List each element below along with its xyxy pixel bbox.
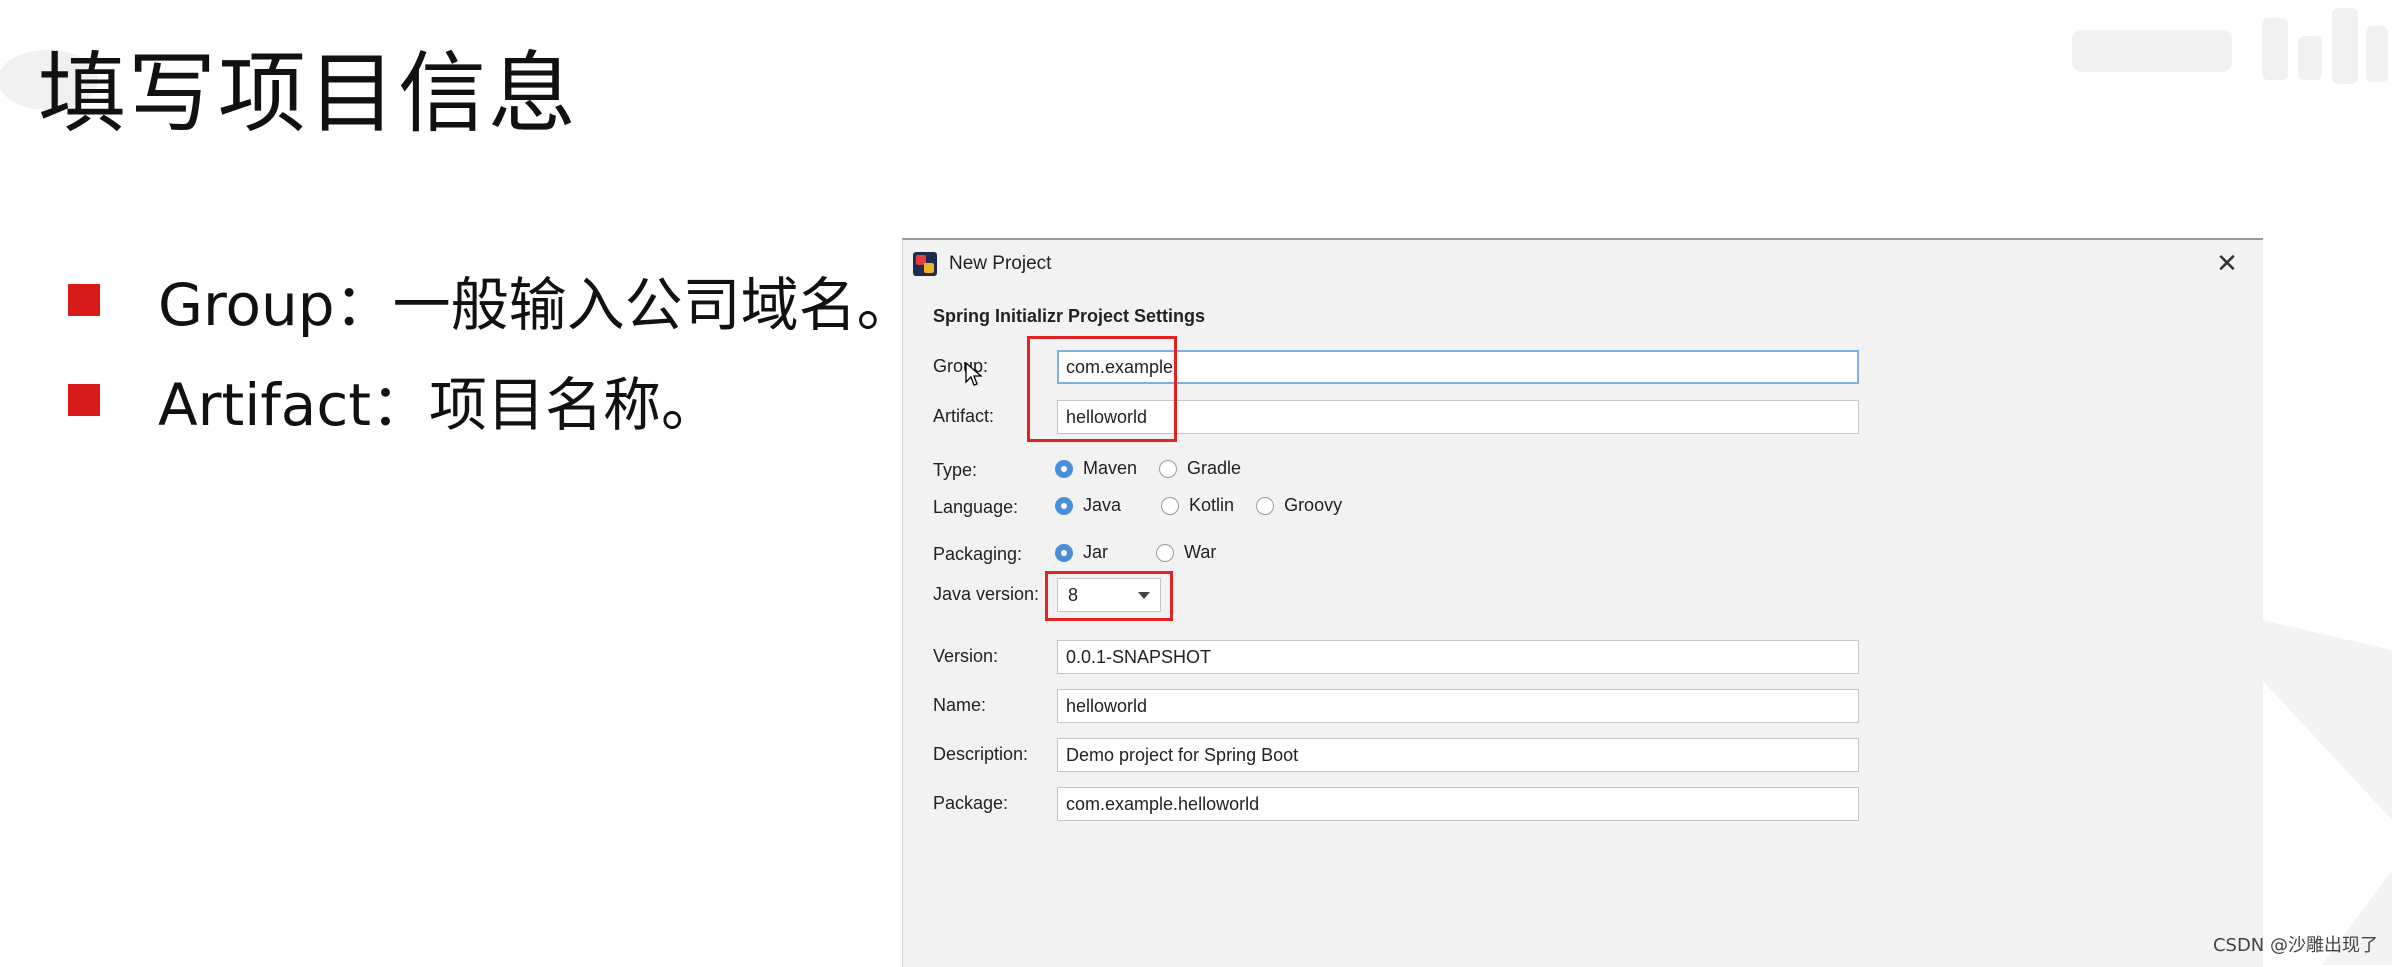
name-field[interactable]: helloworld — [1057, 689, 1859, 723]
radio-unchecked-icon — [1161, 496, 1180, 515]
watermark-logo — [2072, 8, 2388, 84]
radio-label: Gradle — [1187, 458, 1242, 478]
package-field[interactable]: com.example.helloworld — [1057, 787, 1859, 821]
language-radio-group: Java Kotlin Groovy — [1055, 495, 1364, 516]
packaging-radio-group: Jar War — [1055, 542, 1238, 563]
java-version-label: Java version: — [933, 584, 1040, 604]
radio-jar[interactable]: Jar — [1055, 542, 1108, 563]
radio-unchecked-icon — [1156, 543, 1175, 562]
language-label: Language: — [933, 497, 1019, 517]
version-field[interactable]: 0.0.1-SNAPSHOT — [1057, 640, 1859, 674]
mouse-cursor-icon — [965, 362, 983, 386]
radio-checked-icon — [1055, 496, 1073, 515]
decorative-stripes — [2262, 620, 2392, 965]
type-radio-group: Maven Gradle — [1055, 458, 1263, 479]
radio-war[interactable]: War — [1156, 542, 1216, 563]
radio-groovy[interactable]: Groovy — [1256, 495, 1342, 516]
type-label: Type: — [933, 460, 978, 480]
artifact-field[interactable]: helloworld — [1057, 400, 1859, 434]
radio-label: Kotlin — [1189, 495, 1235, 515]
radio-java[interactable]: Java — [1055, 495, 1121, 516]
radio-unchecked-icon — [1159, 459, 1178, 478]
radio-label: Jar — [1083, 542, 1109, 562]
bullet-text: Artifact：项目名称。 — [158, 371, 719, 439]
package-label: Package: — [933, 793, 1009, 813]
bullet-square-icon — [68, 284, 100, 316]
radio-maven[interactable]: Maven — [1055, 458, 1137, 479]
bullet-text: Group：一般输入公司域名。 — [158, 271, 915, 339]
dialog-title: New Project — [949, 253, 1052, 274]
radio-checked-icon — [1055, 459, 1073, 478]
intellij-app-icon — [913, 252, 937, 276]
highlight-group-artifact — [1027, 336, 1177, 442]
description-label: Description: — [933, 744, 1029, 764]
radio-label: War — [1184, 542, 1217, 562]
radio-unchecked-icon — [1256, 496, 1275, 515]
packaging-label: Packaging: — [933, 544, 1023, 564]
bullet-item-artifact: Artifact：项目名称。 — [68, 350, 915, 450]
bullet-list: Group：一般输入公司域名。 Artifact：项目名称。 — [68, 250, 915, 450]
slide-title: 填写项目信息 — [38, 42, 579, 145]
dialog-titlebar: New Project ✕ — [903, 240, 2263, 288]
radio-gradle[interactable]: Gradle — [1159, 458, 1241, 479]
name-label: Name: — [933, 695, 987, 715]
group-field[interactable]: com.example — [1057, 350, 1859, 384]
radio-label: Java — [1083, 495, 1122, 515]
version-label: Version: — [933, 646, 999, 666]
bullet-item-group: Group：一般输入公司域名。 — [68, 250, 915, 350]
new-project-dialog: New Project ✕ Spring Initializr Project … — [902, 238, 2263, 967]
section-title: Spring Initializr Project Settings — [933, 306, 1206, 326]
bullet-square-icon — [68, 384, 100, 416]
radio-kotlin[interactable]: Kotlin — [1161, 495, 1234, 516]
radio-label: Maven — [1083, 458, 1138, 478]
highlight-java-version — [1045, 571, 1173, 621]
radio-label: Groovy — [1284, 495, 1343, 515]
radio-checked-icon — [1055, 543, 1073, 562]
footer-watermark: CSDN @沙雕出现了 — [2212, 935, 2378, 956]
description-field[interactable]: Demo project for Spring Boot — [1057, 738, 1859, 772]
artifact-label: Artifact: — [933, 406, 995, 426]
close-icon[interactable]: ✕ — [2213, 249, 2241, 279]
